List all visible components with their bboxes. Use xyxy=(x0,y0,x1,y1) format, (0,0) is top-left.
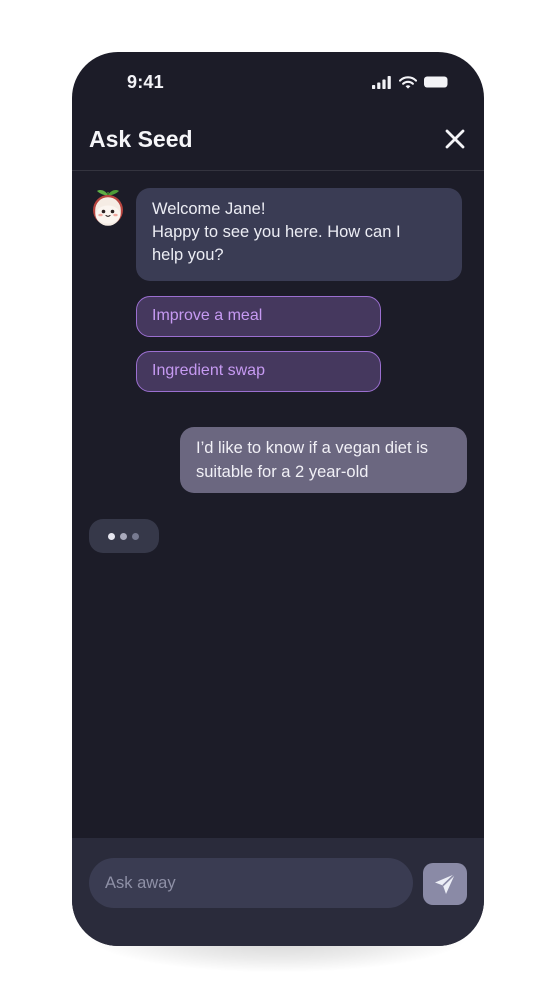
typing-dot xyxy=(108,533,115,540)
suggestion-chip-improve-meal[interactable]: Improve a meal xyxy=(136,296,381,337)
battery-icon xyxy=(424,76,448,88)
typing-dot xyxy=(132,533,139,540)
bot-message-line: Happy to see you here. How can I xyxy=(152,223,401,241)
status-time: 9:41 xyxy=(127,72,164,92)
composer xyxy=(72,838,484,946)
user-message-line: I’d like to know if a vegan diet is xyxy=(196,439,429,457)
close-icon xyxy=(445,129,465,149)
bot-message-line: Welcome Jane! xyxy=(152,200,266,218)
cellular-signal-icon xyxy=(372,75,391,89)
user-message-line: suitable for a 2 year-old xyxy=(196,463,369,481)
typing-dot xyxy=(120,533,127,540)
bot-message-line: help you? xyxy=(152,246,224,264)
ask-input[interactable] xyxy=(89,858,413,908)
phone-frame: 9:41 Ask Seed Welcome Jane! Happy to see… xyxy=(72,52,484,946)
status-bar: 9:41 xyxy=(72,52,484,114)
send-button[interactable] xyxy=(423,863,467,905)
stage: 9:41 Ask Seed Welcome Jane! Happy to see… xyxy=(0,0,556,998)
status-icons xyxy=(372,74,448,90)
page-title: Ask Seed xyxy=(89,126,193,152)
wifi-icon xyxy=(399,75,417,89)
suggestion-chip-ingredient-swap[interactable]: Ingredient swap xyxy=(136,351,381,392)
send-icon xyxy=(435,873,456,894)
close-button[interactable] xyxy=(442,126,468,152)
user-message-bubble: I’d like to know if a vegan diet is suit… xyxy=(180,427,467,493)
bot-message-bubble: Welcome Jane! Happy to see you here. How… xyxy=(136,188,462,281)
chat-header: Ask Seed xyxy=(72,114,484,171)
typing-indicator xyxy=(89,519,159,553)
seed-mascot-icon xyxy=(93,190,123,226)
